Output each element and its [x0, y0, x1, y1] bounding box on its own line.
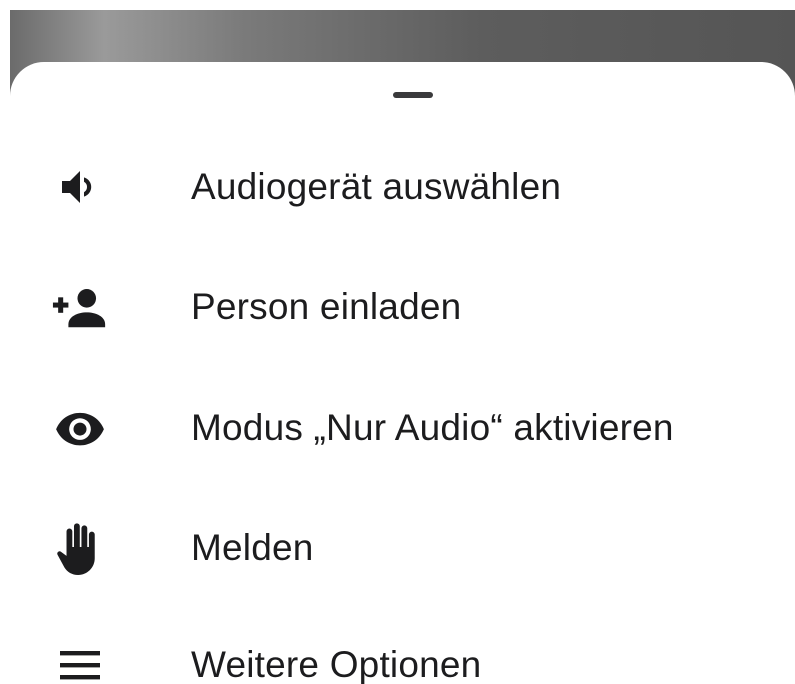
menu-item-report[interactable]: Melden: [10, 498, 795, 598]
speaker-icon: [50, 157, 110, 217]
eye-icon: [50, 398, 110, 458]
menu-item-audio-device[interactable]: Audiogerät auswählen: [10, 137, 795, 237]
sheet-drag-handle[interactable]: [393, 92, 433, 98]
menu-item-label: Weitere Optionen: [191, 644, 482, 684]
menu-item-audio-only-mode[interactable]: Modus „Nur Audio“ aktivieren: [10, 378, 795, 478]
hand-icon: [50, 518, 110, 578]
menu-item-label: Melden: [191, 527, 314, 568]
add-person-icon: [50, 277, 110, 337]
menu-item-more-options[interactable]: Weitere Optionen: [10, 615, 795, 684]
menu-item-label: Person einladen: [191, 286, 462, 327]
menu-item-invite-person[interactable]: Person einladen: [10, 257, 795, 357]
menu-item-label: Audiogerät auswählen: [191, 166, 562, 207]
menu-icon: [50, 635, 110, 684]
screen: Audiogerät auswählen Person einladen Mod…: [0, 0, 795, 684]
menu-item-label: Modus „Nur Audio“ aktivieren: [191, 407, 674, 448]
